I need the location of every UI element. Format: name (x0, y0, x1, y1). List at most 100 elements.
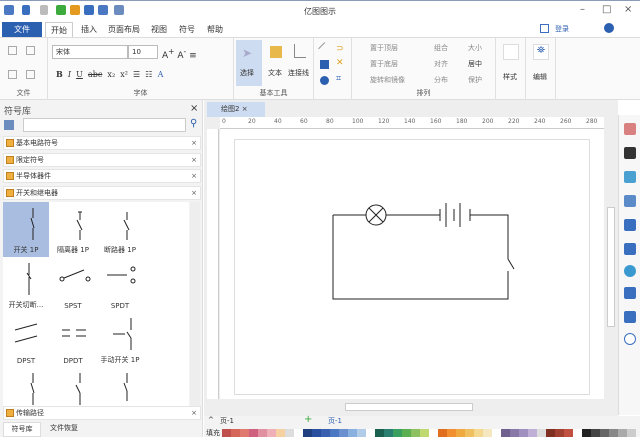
line-icon[interactable] (318, 42, 331, 55)
minimize-button[interactable]: – (580, 4, 585, 15)
color-swatch[interactable] (627, 429, 636, 437)
color-swatch[interactable] (519, 429, 528, 437)
symbol-dpdt[interactable]: DPDT (50, 312, 96, 367)
group-button[interactable]: 组合 (434, 43, 448, 53)
color-swatch[interactable] (339, 429, 348, 437)
cross-icon[interactable]: ✕ (336, 58, 345, 68)
send-to-back-button[interactable]: 置于底层 (370, 59, 398, 69)
size-button[interactable]: 大小 (468, 43, 482, 53)
panel-close-icon[interactable]: × (190, 103, 198, 114)
settings-icon[interactable] (604, 23, 614, 33)
color-swatch[interactable] (492, 429, 501, 437)
vertical-scrollbar[interactable] (606, 117, 616, 399)
color-swatch[interactable] (303, 429, 312, 437)
login-link[interactable]: 登录 (555, 24, 569, 34)
color-swatch[interactable] (348, 429, 357, 437)
horizontal-scrollbar[interactable] (207, 402, 615, 412)
color-swatch[interactable] (384, 429, 393, 437)
image-icon[interactable] (624, 195, 636, 207)
shadow-icon[interactable] (624, 171, 636, 183)
data-icon[interactable] (624, 287, 636, 299)
color-swatch[interactable] (267, 429, 276, 437)
color-swatch[interactable] (330, 429, 339, 437)
color-swatch[interactable] (393, 429, 402, 437)
rectangle-icon[interactable] (320, 60, 329, 69)
select-tool-button[interactable]: ➤ 选择 (236, 40, 262, 86)
protect-button[interactable]: 保护 (468, 75, 482, 85)
color-swatch[interactable] (555, 429, 564, 437)
help-icon[interactable] (624, 333, 636, 345)
tab-help[interactable]: 帮助 (202, 22, 228, 37)
color-swatch[interactable] (600, 429, 609, 437)
color-swatch[interactable] (573, 429, 582, 437)
color-swatch[interactable] (483, 429, 492, 437)
symbol-scrollbar[interactable] (190, 202, 200, 406)
color-swatch[interactable] (357, 429, 366, 437)
symbol-breaker-1p[interactable]: 断路器 1P (97, 202, 143, 257)
tab-file[interactable]: 文件 (2, 22, 42, 37)
document-tab[interactable]: 绘图2 × (207, 102, 265, 117)
hyperlink-icon[interactable] (624, 265, 636, 277)
category-switch-relay[interactable]: 开关和继电器 × (3, 186, 201, 200)
center-button[interactable]: 居中 (468, 59, 482, 69)
color-swatch[interactable] (546, 429, 555, 437)
color-swatch[interactable] (510, 429, 519, 437)
font-size-select[interactable]: 10 (128, 45, 158, 59)
tab-symbol-library[interactable]: 符号库 (3, 422, 41, 437)
layers-icon[interactable] (624, 219, 636, 231)
color-swatch[interactable] (231, 429, 240, 437)
symbol-dpst[interactable]: DPST (3, 312, 49, 367)
maximize-button[interactable]: □ (602, 4, 611, 15)
symbol-switch-disconnector[interactable]: 开关切断... (3, 257, 49, 312)
color-swatch[interactable] (375, 429, 384, 437)
style-button[interactable]: 样式 (496, 38, 526, 100)
symbol-isolator-1p[interactable]: 隔离器 1P (50, 202, 96, 257)
page-select[interactable]: 页-1 (220, 416, 234, 426)
align-button[interactable]: 对齐 (434, 59, 448, 69)
color-swatch[interactable] (528, 429, 537, 437)
color-swatch[interactable] (294, 429, 303, 437)
bring-to-front-button[interactable]: 置于顶层 (370, 43, 398, 53)
rotate-mirror-button[interactable]: 旋转和镜像 (370, 75, 405, 85)
page-tab[interactable]: 页-1 (328, 416, 342, 426)
format-painter-icon[interactable] (26, 46, 35, 55)
color-swatch[interactable] (222, 429, 231, 437)
edit-button[interactable]: ⛯ 编辑 (526, 38, 556, 100)
library-icon[interactable] (4, 120, 14, 130)
color-swatch[interactable] (402, 429, 411, 437)
color-swatch[interactable] (447, 429, 456, 437)
tab-symbol[interactable]: 符号 (174, 22, 200, 37)
comment-icon[interactable] (624, 311, 636, 323)
color-swatch[interactable] (456, 429, 465, 437)
distribute-button[interactable]: 分布 (434, 75, 448, 85)
color-swatch[interactable] (582, 429, 591, 437)
tab-page-layout[interactable]: 页面布局 (104, 22, 144, 37)
category-transmission-path[interactable]: 传输路径 × (3, 406, 201, 420)
symbol-switch-1p[interactable]: 开关 1P (3, 202, 49, 257)
color-swatch[interactable] (474, 429, 483, 437)
color-swatch[interactable] (276, 429, 285, 437)
color-swatch[interactable] (420, 429, 429, 437)
collapse-icon[interactable]: ^ (208, 416, 214, 424)
drawing-page[interactable] (220, 129, 604, 399)
page-icon[interactable] (624, 243, 636, 255)
color-swatch[interactable] (591, 429, 600, 437)
fill-icon[interactable] (624, 123, 636, 135)
color-swatch[interactable] (465, 429, 474, 437)
ellipse-icon[interactable] (320, 76, 329, 85)
format-buttons[interactable]: B I U abc x₂ x² ☰ ☷ A (56, 69, 163, 79)
color-swatch[interactable] (240, 429, 249, 437)
category-semiconductor[interactable]: 半导体器件 × (3, 169, 201, 183)
color-swatch[interactable] (618, 429, 627, 437)
color-swatch[interactable] (501, 429, 510, 437)
color-swatch[interactable] (609, 429, 618, 437)
color-swatch[interactable] (537, 429, 546, 437)
tab-home[interactable]: 开始 (45, 22, 73, 37)
copy-icon[interactable] (8, 70, 17, 79)
tab-file-recovery[interactable]: 文件恢复 (44, 422, 84, 437)
color-swatch[interactable] (249, 429, 258, 437)
color-swatch[interactable] (321, 429, 330, 437)
text-tool-button[interactable]: 文本 (266, 40, 288, 86)
category-basic-circuit[interactable]: 基本电路符号 × (3, 136, 201, 150)
symbol-search-input[interactable] (23, 118, 186, 132)
